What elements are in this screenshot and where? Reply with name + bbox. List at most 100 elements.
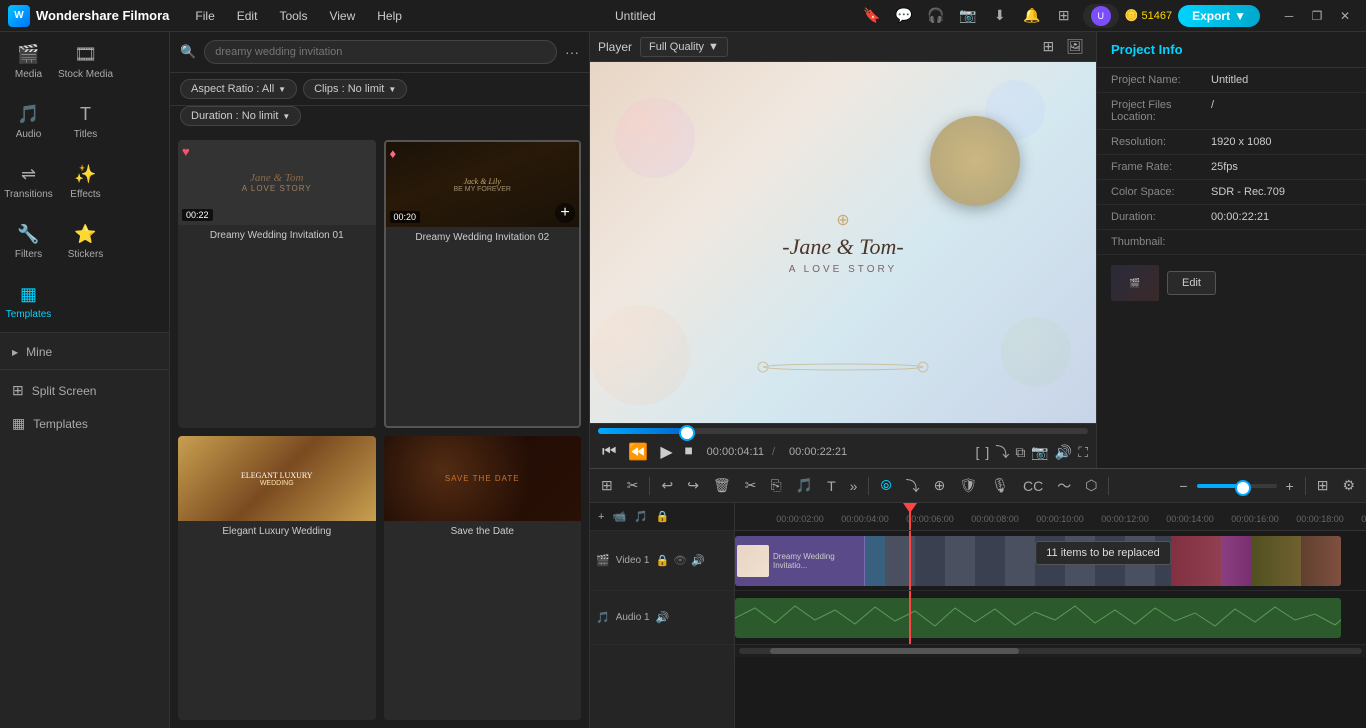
camera-icon[interactable]: 📷 <box>955 3 981 29</box>
stop-button[interactable]: ⏹ <box>681 441 697 463</box>
fullscreen-icon[interactable]: ⛶ <box>1078 444 1088 461</box>
tool-media[interactable]: 🎬 Media <box>0 32 57 92</box>
redo-button[interactable]: ↪ <box>682 474 704 497</box>
scrollbar-track <box>739 648 1362 654</box>
tool-titles[interactable]: T Titles <box>57 92 114 152</box>
edit-thumbnail-button[interactable]: Edit <box>1167 271 1216 295</box>
template-card-elegant[interactable]: ELEGANT LUXURY WEDDING Elegant Luxury We… <box>178 436 376 720</box>
project-files-label: Project Files Location: <box>1111 99 1211 123</box>
pip-icon[interactable]: ⧉ <box>1015 444 1025 461</box>
mask-button[interactable]: 🛡 <box>954 474 982 497</box>
motion-tracking-button[interactable]: ⦾ <box>875 474 896 497</box>
items-tooltip: 11 items to be replaced <box>1035 541 1171 565</box>
preview-header: Player Full Quality ▼ ⊞ 🖼 <box>590 32 1096 62</box>
quality-select[interactable]: Full Quality ▼ <box>640 37 728 57</box>
maximize-button[interactable]: ❐ <box>1304 3 1330 29</box>
undo-button[interactable]: ↩ <box>656 474 678 497</box>
video-hide-button[interactable]: 👁 <box>673 554 687 567</box>
lock-icon[interactable]: 🔒 <box>654 508 672 525</box>
audio-detach-button[interactable]: 🎵 <box>791 474 818 497</box>
sidebar-item-templates[interactable]: ▦ Templates <box>0 407 169 440</box>
aspect-ratio-filter[interactable]: Aspect Ratio : All ▼ <box>180 79 297 99</box>
duration-filter[interactable]: Duration : No limit ▼ <box>180 106 301 126</box>
layout-button[interactable]: ⊞ <box>1312 474 1334 497</box>
close-button[interactable]: ✕ <box>1332 3 1358 29</box>
bookmark-icon[interactable]: 🔖 <box>859 3 885 29</box>
tool-transitions[interactable]: ⇌ Transitions <box>0 152 57 212</box>
ripple-edit-button[interactable]: ⤵ <box>901 473 925 499</box>
headset-icon[interactable]: 🎧 <box>923 3 949 29</box>
copy-button[interactable]: ⎘ <box>765 474 786 497</box>
view-menu[interactable]: View <box>319 5 365 27</box>
play-button[interactable]: ▶ <box>656 440 676 464</box>
heart-icon-wedding2: ♦ <box>390 146 397 161</box>
scene-detect-button[interactable]: ⊞ <box>596 474 618 497</box>
edit-menu[interactable]: Edit <box>227 5 268 27</box>
progress-bar[interactable] <box>598 428 1088 434</box>
more-tools-button[interactable]: » <box>845 475 863 497</box>
export-button[interactable]: Export ▼ <box>1178 5 1260 27</box>
chat-icon[interactable]: 💬 <box>891 3 917 29</box>
video-lock-button[interactable]: 🔒 <box>655 554 669 567</box>
notification-icon[interactable]: 🔔 <box>1019 3 1045 29</box>
tool-templates[interactable]: ▦ Templates <box>0 272 57 332</box>
audio-volume-btn[interactable]: 🔊 <box>656 611 670 624</box>
settings-button[interactable]: ⚙ <box>1337 474 1360 497</box>
add-icon-wedding2[interactable]: + <box>555 203 575 223</box>
help-menu[interactable]: Help <box>367 5 412 27</box>
audio-clip[interactable] <box>735 598 1341 638</box>
audio-track-icon[interactable]: 🎵 <box>632 508 650 525</box>
zoom-slider[interactable] <box>1197 484 1277 488</box>
sidebar-divider-1 <box>0 369 169 370</box>
tools-menu[interactable]: Tools <box>269 5 317 27</box>
zoom-out-button[interactable]: − <box>1174 475 1192 497</box>
caption-button[interactable]: CC <box>1018 475 1048 497</box>
video-track-icon[interactable]: 📹 <box>610 508 628 525</box>
zoom-in-button[interactable]: + <box>1281 475 1299 497</box>
crop-button[interactable]: ✂ <box>622 474 644 497</box>
tool-audio[interactable]: 🎵 Audio <box>0 92 57 152</box>
add-track-icon[interactable]: + <box>596 509 606 525</box>
clip-export-icon[interactable]: ⤵ <box>995 442 1009 462</box>
tool-stock-media[interactable]: 🎞 Stock Media <box>57 32 114 92</box>
template-card-wedding2[interactable]: Jack & Lily BE MY FOREVER ♦ 00:20 + Drea… <box>384 140 582 428</box>
file-menu[interactable]: File <box>185 5 224 27</box>
sidebar-item-split-screen[interactable]: ⊞ Split Screen <box>0 374 169 407</box>
apps-icon[interactable]: ⊞ <box>1051 3 1077 29</box>
cut-button[interactable]: ✂ <box>740 474 762 497</box>
tool-stickers[interactable]: ⭐ Stickers <box>57 212 114 272</box>
audio-waveform <box>735 598 1341 638</box>
bracket-in-icon[interactable]: [ <box>976 444 980 460</box>
minimize-button[interactable]: ─ <box>1276 3 1302 29</box>
tool-effects[interactable]: ✨ Effects <box>57 152 114 212</box>
clips-filter[interactable]: Clips : No limit ▼ <box>303 79 407 99</box>
sidebar-item-mine[interactable]: ▶ Mine <box>0 339 169 365</box>
grid-view-icon[interactable]: ⊞ <box>1038 36 1058 57</box>
framerate-label: Frame Rate: <box>1111 161 1211 173</box>
scrollbar-thumb[interactable] <box>770 648 1019 654</box>
image-view-icon[interactable]: 🖼 <box>1062 36 1088 57</box>
text-button[interactable]: T <box>822 475 841 497</box>
template-card-savedate[interactable]: SAVE THE DATE Save the Date <box>384 436 582 720</box>
download-icon[interactable]: ⬇ <box>987 3 1013 29</box>
bracket-out-icon[interactable]: ] <box>985 444 989 460</box>
highlight-button[interactable]: ⬡ <box>1080 474 1102 497</box>
video-volume-button[interactable]: 🔊 <box>691 554 705 567</box>
skip-back-button[interactable]: ⏮ <box>598 441 620 463</box>
more-options-button[interactable]: ··· <box>565 44 579 60</box>
stickers-icon: ⭐ <box>74 224 96 245</box>
frame-back-button[interactable]: ⏪ <box>624 440 652 464</box>
video-track-label: Video 1 <box>616 555 650 566</box>
split-audio-button[interactable]: ⊕ <box>929 474 951 497</box>
video-clip[interactable]: Dreamy Wedding Invitatio... <box>735 536 1341 586</box>
search-input[interactable] <box>204 40 557 64</box>
screenshot-icon[interactable]: 📷 <box>1031 444 1048 461</box>
audio-wave-button[interactable]: 〜 <box>1052 473 1076 499</box>
toolbar-divider-2 <box>868 477 869 495</box>
volume-icon[interactable]: 🔊 <box>1055 444 1072 461</box>
tool-filters[interactable]: 🔧 Filters <box>0 212 57 272</box>
template-card-wedding1[interactable]: Jane & Tom A LOVE STORY ♥ 00:22 Dreamy W… <box>178 140 376 428</box>
project-name-label: Project Name: <box>1111 74 1211 86</box>
delete-button[interactable]: 🗑 <box>708 474 736 497</box>
voice-button[interactable]: 🎙 <box>986 474 1014 497</box>
